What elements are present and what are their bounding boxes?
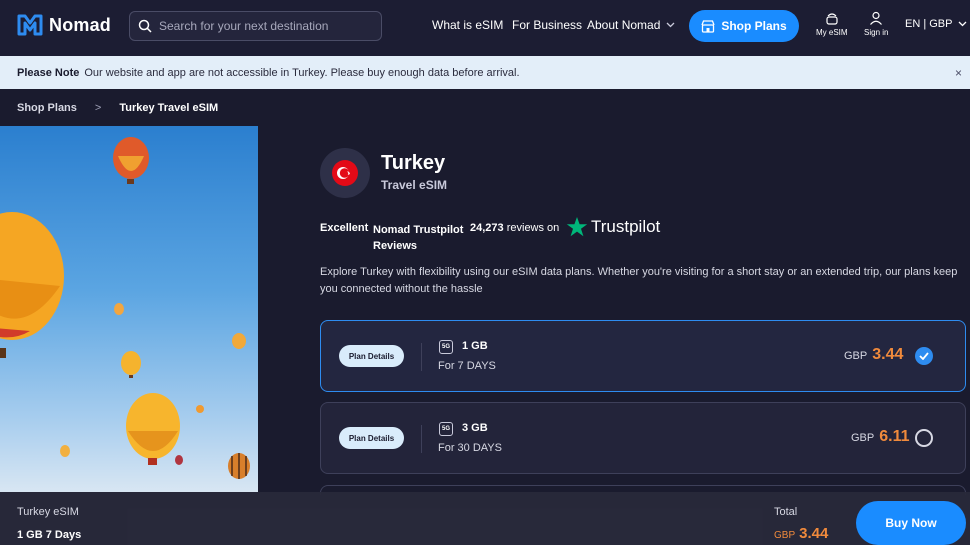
- breadcrumb-shop-plans[interactable]: Shop Plans: [17, 102, 77, 114]
- breadcrumb-separator: >: [94, 102, 102, 114]
- plan-details-button[interactable]: Plan Details: [339, 427, 404, 449]
- checkout-selected-plan: 1 GB 7 Days: [17, 529, 82, 541]
- plan-radio-checked[interactable]: [915, 347, 933, 365]
- notice-text: Our website and app are not accessible i…: [84, 66, 520, 79]
- reviews-on-label: reviews on: [506, 222, 560, 234]
- shop-plans-label: Shop Plans: [721, 19, 787, 33]
- review-count-text: 24,273 reviews on: [470, 222, 559, 234]
- total-currency: GBP: [774, 530, 796, 541]
- locale-selector[interactable]: EN | GBP: [905, 18, 967, 30]
- price-amount: 3.44: [872, 346, 904, 363]
- plan-duration: For 30 DAYS: [438, 442, 502, 454]
- card-divider: [421, 425, 422, 453]
- trustpilot-label: Trustpilot: [591, 217, 661, 236]
- check-icon: [919, 352, 929, 360]
- search-icon: [138, 19, 152, 33]
- page-subtitle: Travel eSIM: [381, 178, 448, 192]
- plan-size: 3 GB: [462, 422, 488, 434]
- checkout-product-name: Turkey eSIM: [17, 506, 79, 518]
- nomad-logo-icon: [17, 14, 43, 36]
- balloon: [113, 137, 149, 184]
- top-header: Nomad What is eSIM For Business About No…: [0, 0, 970, 56]
- plan-card-3gb[interactable]: Plan Details 5G 3 GB For 30 DAYS GBP 6.1…: [320, 402, 966, 474]
- plan-radio-unchecked[interactable]: [915, 429, 933, 447]
- total-amount: 3.44: [799, 525, 829, 542]
- total-label: Total: [774, 506, 798, 518]
- price-currency: GBP: [851, 432, 875, 444]
- trustpilot-logo[interactable]: Trustpilot: [566, 216, 660, 238]
- product-description: Explore Turkey with flexibility using ou…: [320, 266, 958, 295]
- breadcrumb: Shop Plans > Turkey Travel eSIM: [17, 102, 218, 114]
- notice-label: Please Note: [17, 66, 80, 79]
- my-esim-label: My eSIM: [816, 28, 848, 37]
- search-box[interactable]: [129, 11, 382, 41]
- sign-in-link[interactable]: Sign in: [864, 11, 888, 37]
- sign-in-label: Sign in: [864, 28, 889, 37]
- rating-word: Excellent: [320, 222, 369, 234]
- nav-about-nomad-label: About Nomad: [587, 18, 661, 32]
- plan-price: GBP 6.11: [851, 428, 910, 446]
- balloon: [121, 351, 141, 378]
- nav-about-nomad[interactable]: About Nomad: [587, 18, 675, 32]
- 5g-badge-icon: 5G: [439, 422, 453, 436]
- price-amount: 6.11: [879, 428, 910, 445]
- balloons-illustration: [0, 137, 250, 479]
- balloon: [228, 453, 250, 479]
- balloon: [232, 333, 246, 349]
- esim-card-icon: [826, 13, 838, 25]
- nav-what-is-esim[interactable]: What is eSIM: [432, 18, 503, 32]
- plan-details-button[interactable]: Plan Details: [339, 345, 404, 367]
- plan-price: GBP 3.44: [844, 346, 903, 364]
- hot-air-balloons-image: [0, 126, 258, 492]
- shop-plans-button[interactable]: Shop Plans: [689, 10, 799, 42]
- card-divider: [421, 343, 422, 371]
- user-icon: [870, 11, 883, 25]
- plan-size: 1 GB: [462, 340, 488, 352]
- total-price: GBP 3.44: [774, 525, 828, 542]
- rating-source: Nomad Trustpilot Reviews: [373, 224, 464, 252]
- trustpilot-star-icon: [566, 217, 588, 237]
- buy-now-button[interactable]: Buy Now: [856, 501, 966, 545]
- page-title: Turkey: [381, 152, 446, 174]
- notice-banner: Please Note Our website and app are not …: [0, 56, 970, 89]
- balloon: [196, 405, 204, 413]
- chevron-down-icon: [666, 22, 675, 28]
- locale-label: EN | GBP: [905, 18, 953, 30]
- balloon: [114, 303, 124, 315]
- price-currency: GBP: [844, 350, 868, 362]
- plan-duration: For 7 DAYS: [438, 360, 496, 372]
- review-count: 24,273: [470, 222, 504, 234]
- 5g-badge-icon: 5G: [439, 340, 453, 354]
- close-icon[interactable]: ×: [955, 66, 962, 80]
- search-input[interactable]: [159, 19, 369, 33]
- balloon: [60, 445, 70, 457]
- turkey-flag: [320, 148, 370, 198]
- breadcrumb-current: Turkey Travel eSIM: [119, 102, 219, 114]
- plan-card-1gb[interactable]: Plan Details 5G 1 GB For 7 DAYS GBP 3.44: [320, 320, 966, 392]
- nomad-logo[interactable]: Nomad: [17, 14, 111, 36]
- chevron-down-icon: [959, 21, 967, 27]
- logo-text: Nomad: [49, 14, 112, 35]
- my-esim-link[interactable]: My eSIM: [816, 11, 848, 37]
- checkout-bar: Turkey eSIM 1 GB 7 Days Total GBP 3.44 B…: [0, 492, 970, 545]
- balloon: [175, 455, 183, 465]
- nav-for-business[interactable]: For Business: [512, 18, 582, 32]
- turkey-flag-icon: [332, 160, 358, 186]
- balloon: [0, 212, 64, 358]
- balloon: [126, 393, 180, 465]
- store-icon: [701, 19, 715, 33]
